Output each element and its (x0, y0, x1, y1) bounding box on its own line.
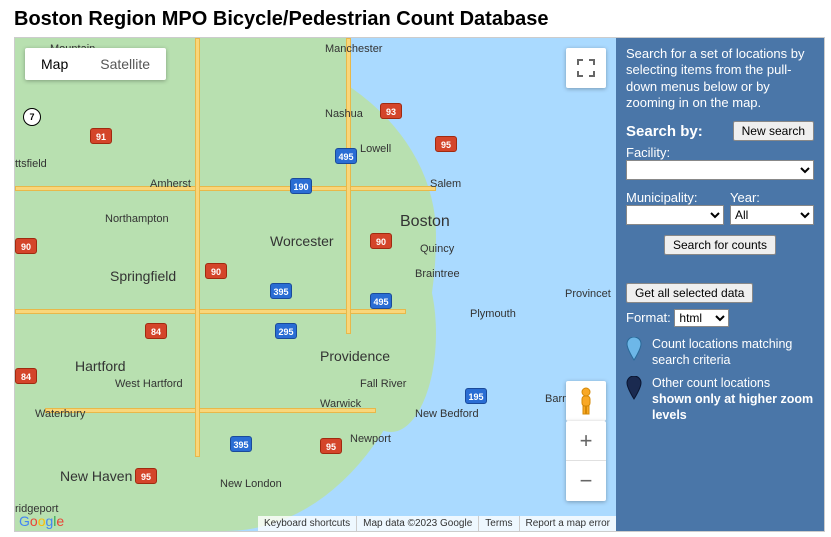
route-shield: 90 (370, 233, 392, 249)
route-shield: 95 (320, 438, 342, 454)
format-label: Format: (626, 310, 671, 325)
route-shield: 495 (335, 148, 357, 164)
city-label: New London (220, 478, 282, 490)
map-tab-satellite[interactable]: Satellite (84, 48, 166, 80)
zoom-out-button[interactable]: − (566, 461, 606, 501)
route-shield: 84 (145, 323, 167, 339)
map-type-control: Map Satellite (25, 48, 166, 80)
city-label: Quincy (420, 243, 454, 255)
city-label: Springfield (110, 268, 176, 284)
search-header: Search by: New search (626, 121, 814, 141)
pin-icon (626, 337, 642, 361)
legend-match-text: Count locations matching search criteria (652, 337, 814, 368)
city-label: Hartford (75, 358, 126, 374)
pegman-icon (576, 387, 596, 415)
city-label: Northampton (105, 213, 169, 225)
get-all-data-button[interactable]: Get all selected data (626, 283, 753, 303)
route-shield: 190 (290, 178, 312, 194)
year-label: Year: (730, 190, 814, 205)
new-search-button[interactable]: New search (733, 121, 814, 141)
streetview-pegman[interactable] (566, 381, 606, 421)
search-sidebar: Search for a set of locations by selecti… (616, 38, 824, 531)
city-label: ttsfield (15, 158, 47, 170)
map-footer: Keyboard shortcuts Map data ©2023 Google… (15, 516, 616, 531)
map-tab-map[interactable]: Map (25, 48, 84, 80)
format-select[interactable]: html (674, 309, 729, 327)
route-shield: 295 (275, 323, 297, 339)
facility-label: Facility: (626, 145, 814, 160)
municipality-label: Municipality: (626, 190, 724, 205)
route-shield: 90 (15, 238, 37, 254)
city-label: Plymouth (470, 308, 516, 320)
terms-link[interactable]: Terms (478, 516, 518, 531)
route-shield: 7 (23, 108, 41, 126)
city-label: New Haven (60, 468, 132, 484)
city-label: Providence (320, 348, 390, 364)
route-shield: 95 (435, 136, 457, 152)
map-data-attribution: Map data ©2023 Google (356, 516, 478, 531)
fullscreen-icon (577, 59, 595, 77)
route-shield: 195 (465, 388, 487, 404)
city-label: Provincet (565, 288, 611, 300)
map-canvas[interactable]: Mountain Manchester Nashua Lowell Salem … (15, 38, 616, 531)
city-label: Boston (400, 213, 450, 231)
city-label: Lowell (360, 143, 391, 155)
zoom-in-button[interactable]: + (566, 421, 606, 461)
search-counts-button[interactable]: Search for counts (664, 235, 776, 255)
year-select[interactable]: All (730, 205, 814, 225)
page-title: Boston Region MPO Bicycle/Pedestrian Cou… (0, 0, 831, 37)
city-label: Amherst (150, 178, 191, 190)
route-shield: 91 (90, 128, 112, 144)
city-label: Newport (350, 433, 391, 445)
road (15, 186, 436, 191)
road (195, 38, 200, 457)
search-by-label: Search by: (626, 123, 703, 140)
route-shield: 93 (380, 103, 402, 119)
intro-text: Search for a set of locations by selecti… (626, 46, 814, 111)
route-shield: 395 (270, 283, 292, 299)
city-label: Fall River (360, 378, 406, 390)
city-label: Worcester (270, 233, 334, 249)
report-error-link[interactable]: Report a map error (519, 516, 616, 531)
facility-select[interactable] (626, 160, 814, 180)
city-label: Waterbury (35, 408, 85, 420)
route-shield: 395 (230, 436, 252, 452)
city-label: West Hartford (115, 378, 183, 390)
fullscreen-button[interactable] (566, 48, 606, 88)
municipality-select[interactable] (626, 205, 724, 225)
legend-other-text: Other count locations shown only at high… (652, 376, 814, 423)
city-label: New Bedford (415, 408, 479, 420)
keyboard-shortcuts-link[interactable]: Keyboard shortcuts (258, 516, 356, 531)
city-label: Braintree (415, 268, 460, 280)
app-container: Mountain Manchester Nashua Lowell Salem … (14, 37, 825, 532)
pin-icon (626, 376, 642, 400)
city-label: Salem (430, 178, 461, 190)
legend-pin-other (626, 376, 642, 423)
city-label: Manchester (325, 43, 382, 55)
road (346, 38, 351, 334)
legend-pin-match (626, 337, 642, 368)
route-shield: 90 (205, 263, 227, 279)
route-shield: 84 (15, 368, 37, 384)
city-label: Nashua (325, 108, 363, 120)
route-shield: 95 (135, 468, 157, 484)
legend: Count locations matching search criteria… (626, 337, 814, 423)
city-label: Warwick (320, 398, 361, 410)
route-shield: 495 (370, 293, 392, 309)
zoom-control: + − (566, 421, 606, 501)
